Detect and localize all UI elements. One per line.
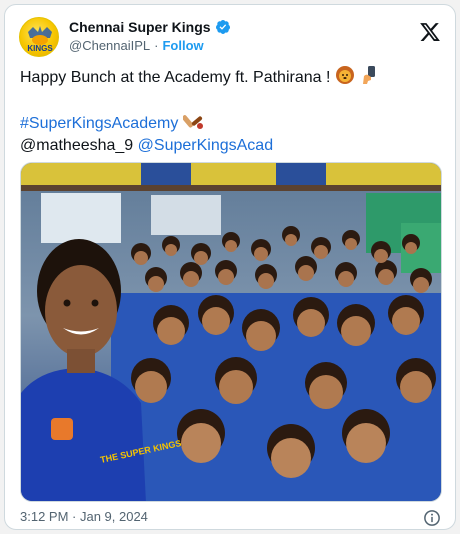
display-name-row: Chennai Super Kings (69, 19, 231, 35)
avatar-kings-text: KINGS (27, 44, 53, 53)
csk-logo-icon: KINGS (27, 26, 53, 53)
separator-dot: · (154, 38, 159, 53)
tweet-card: KINGS Chennai Super Kings @ChennaiIPL · … (4, 4, 456, 530)
handle-row: @ChennaiIPL · Follow (69, 38, 231, 53)
handle[interactable]: @ChennaiIPL (69, 38, 150, 53)
hashtag-link[interactable]: #SuperKingsAcademy (20, 115, 178, 132)
tweet-photo[interactable]: THE SUPER KINGS (20, 162, 442, 502)
verified-badge-icon (215, 20, 230, 34)
lion-emoji-icon (335, 66, 354, 84)
x-logo-icon[interactable] (419, 21, 441, 43)
follow-button[interactable]: Follow (162, 38, 203, 53)
tweet-line-1: Happy Bunch at the Academy ft. Pathirana… (20, 69, 331, 86)
avatar[interactable]: KINGS (19, 17, 59, 57)
mention-link-2[interactable]: @SuperKingsAcad (138, 137, 273, 154)
tweet-header: KINGS Chennai Super Kings @ChennaiIPL · … (19, 17, 441, 61)
info-icon[interactable] (423, 509, 441, 527)
cricket-bat-emoji-icon (182, 115, 203, 129)
jersey-sponsor-icon (51, 418, 73, 440)
timestamp[interactable]: 3:12 PM · Jan 9, 2024 (20, 509, 148, 524)
mention-link-1[interactable]: @matheesha_9 (20, 137, 133, 154)
selfie-emoji-icon (363, 66, 376, 84)
tweet-text: Happy Bunch at the Academy ft. Pathirana… (20, 65, 441, 157)
group-selfie-photo: THE SUPER KINGS (21, 163, 441, 501)
display-name[interactable]: Chennai Super Kings (69, 19, 211, 35)
tweet-footer: 3:12 PM · Jan 9, 2024 (20, 509, 441, 527)
